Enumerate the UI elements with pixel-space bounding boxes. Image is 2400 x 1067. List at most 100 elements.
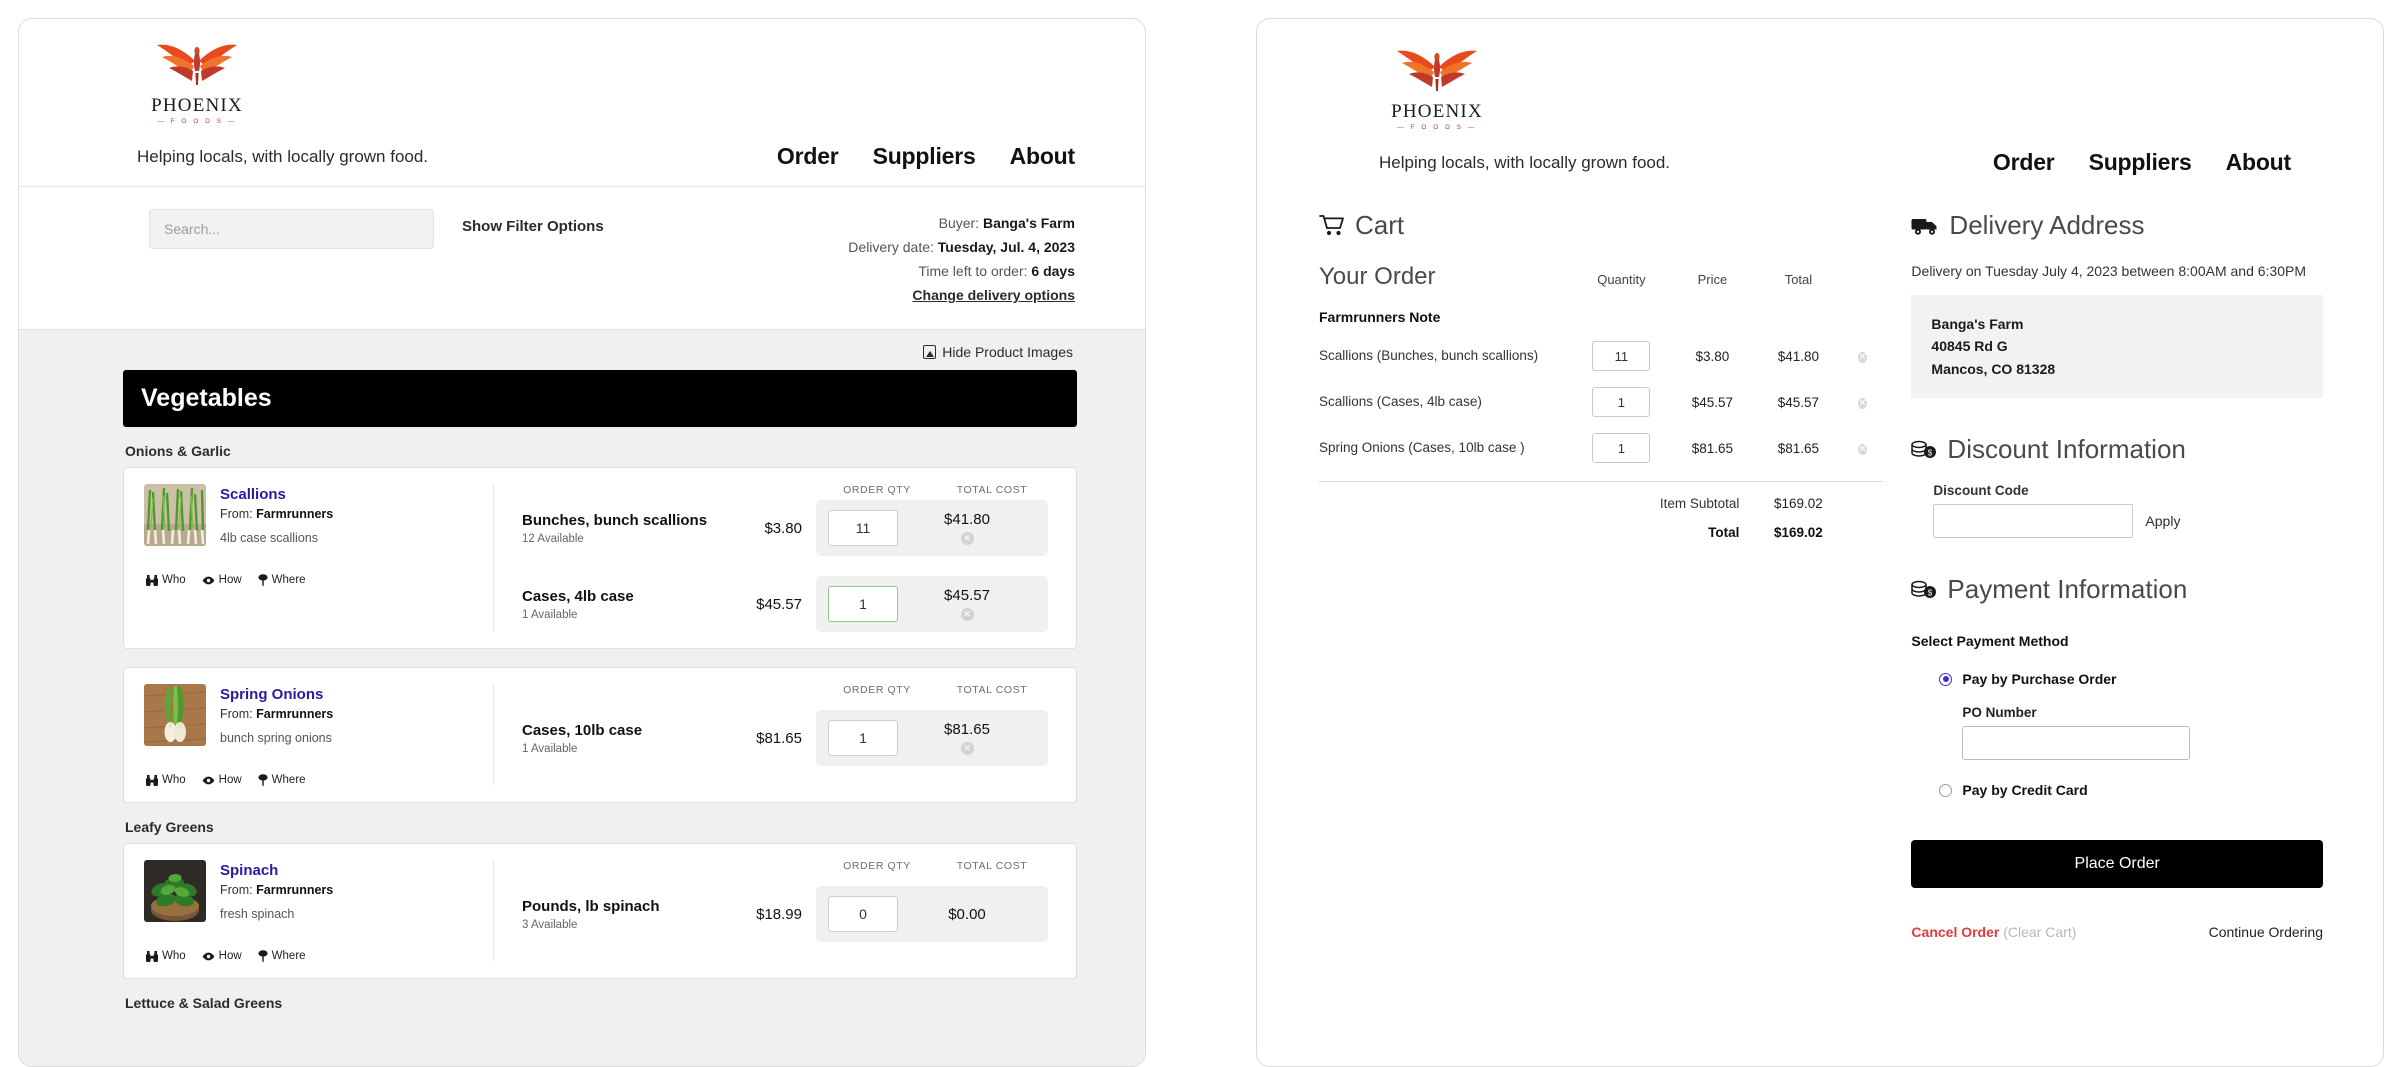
image-icon	[923, 345, 937, 360]
payment-option-credit-card[interactable]: Pay by Credit Card	[1939, 782, 2323, 798]
hide-product-images-label: Hide Product Images	[942, 344, 1073, 361]
where-link[interactable]: Where	[258, 774, 306, 786]
tagline-nav-row: Helping locals, with locally grown food.…	[1257, 131, 2383, 176]
variant-availability: 1 Available	[522, 608, 578, 621]
order-qty-input[interactable]	[828, 510, 898, 547]
variant-total-amount: $0.00	[948, 905, 986, 923]
product-meta: Scallions From: Farmrunners 4lb case sca…	[220, 484, 333, 546]
hide-product-images-toggle[interactable]: Hide Product Images	[923, 344, 1073, 360]
cart-qty-input[interactable]	[1592, 387, 1651, 417]
subcategory-heading: Onions & Garlic	[125, 443, 231, 460]
product-info: Spring Onions From: Farmrunners bunch sp…	[124, 684, 494, 787]
total-row: Total $169.02	[1319, 525, 1883, 540]
nav-order[interactable]: Order	[777, 143, 839, 170]
variant-price: $3.80	[764, 519, 802, 537]
phoenix-logo[interactable]: PHOENIX — F O O D S —	[137, 39, 257, 125]
how-link[interactable]: How	[202, 950, 242, 962]
how-link[interactable]: How	[202, 774, 242, 786]
product-name[interactable]: Scallions	[220, 486, 333, 503]
continue-ordering-link[interactable]: Continue Ordering	[2209, 924, 2323, 940]
variant-total-amount: $41.80	[944, 511, 990, 529]
product-meta: Spring Onions From: Farmrunners bunch sp…	[220, 684, 333, 746]
product-supplier: From: Farmrunners	[220, 883, 333, 897]
address-name: Banga's Farm	[1931, 316, 2024, 332]
product-description: bunch spring onions	[220, 730, 332, 745]
place-order-button[interactable]: Place Order	[1911, 840, 2323, 889]
nav-about[interactable]: About	[1010, 143, 1076, 170]
cart-panel: PHOENIX — F O O D S — Helping locals, wi…	[1256, 18, 2384, 1067]
how-link[interactable]: How	[202, 574, 242, 586]
delivery-truck-icon	[1911, 218, 1937, 235]
total-cost-header: TOTAL COST	[956, 484, 1028, 497]
nav-order[interactable]: Order	[1993, 149, 2055, 176]
delivery-date-line: Delivery date: Tuesday, Jul. 4, 2023	[848, 235, 1075, 259]
remove-variant-icon[interactable]: ✕	[960, 608, 974, 622]
show-filter-options-link[interactable]: Show Filter Options	[462, 218, 604, 235]
remove-item-icon[interactable]: ✕	[1858, 351, 1867, 363]
where-link[interactable]: Where	[258, 574, 306, 586]
radio-purchase-order[interactable]	[1939, 672, 1953, 686]
nav-suppliers[interactable]: Suppliers	[2089, 149, 2192, 176]
remove-item-icon[interactable]: ✕	[1858, 443, 1867, 455]
apply-discount-button[interactable]: Apply	[2145, 513, 2180, 529]
who-link[interactable]: Who	[146, 950, 186, 962]
purchase-order-label: Pay by Purchase Order	[1962, 671, 2117, 688]
po-number-input[interactable]	[1962, 726, 2191, 761]
product-variants: ORDER QTY TOTAL COST Bunches, bunch scal…	[494, 484, 1076, 633]
main-nav: Order Suppliers About	[1993, 149, 2291, 176]
cart-title: Cart	[1355, 210, 1405, 240]
cancel-order-button[interactable]: Cancel Order (Clear Cart)	[1911, 924, 2076, 940]
variant-info: Cases, 4lb case 1 Available	[522, 588, 726, 621]
product-thumbnail[interactable]	[144, 484, 206, 547]
remove-variant-icon[interactable]: ✕	[960, 742, 974, 756]
variant-column-headers: ORDER QTY TOTAL COST	[494, 684, 1076, 696]
spring-onions-image	[144, 684, 206, 747]
nav-about[interactable]: About	[2226, 149, 2292, 176]
remove-variant-icon[interactable]: ✕	[960, 532, 974, 546]
binoculars-icon	[146, 574, 158, 586]
cancel-order-label: Cancel Order	[1911, 924, 2000, 941]
svg-text:$: $	[1928, 588, 1933, 597]
subtotal-label: Item Subtotal	[1659, 496, 1740, 511]
product-thumbnail[interactable]	[144, 860, 206, 923]
remove-item-icon[interactable]: ✕	[1858, 397, 1867, 409]
discount-row: Apply	[1933, 504, 2323, 539]
phoenix-logo[interactable]: PHOENIX — F O O D S —	[1377, 45, 1497, 131]
variant-row: Cases, 10lb case 1 Available $81.65 $81.…	[494, 706, 1076, 767]
order-qty-input[interactable]	[828, 896, 898, 933]
search-input[interactable]	[149, 209, 434, 249]
cart-item-qty-cell	[1573, 387, 1669, 417]
order-qty-input[interactable]	[828, 586, 898, 623]
total-value: $169.02	[1774, 525, 1823, 540]
map-pin-icon	[258, 774, 268, 787]
nav-suppliers[interactable]: Suppliers	[873, 143, 976, 170]
cart-divider	[1319, 481, 1884, 482]
radio-credit-card[interactable]	[1939, 783, 1953, 797]
order-qty-input[interactable]	[828, 720, 898, 757]
product-thumbnail[interactable]	[144, 684, 206, 747]
product-name[interactable]: Spinach	[220, 862, 333, 879]
cart-item-remove-cell: ✕	[1841, 394, 1883, 411]
payment-title-row: $ Payment Information	[1911, 574, 2323, 605]
who-link[interactable]: Who	[146, 574, 186, 586]
product-listing-area: Hide Product Images Vegetables Onions & …	[19, 329, 1145, 1066]
discount-title-row: $ Discount Information	[1911, 434, 2323, 465]
variant-total-amount: $45.57	[944, 587, 990, 605]
who-how-where-links: Who How Where	[144, 574, 475, 586]
supplier-note: Farmrunners Note	[1319, 309, 1441, 325]
scallions-image	[144, 484, 206, 547]
payment-option-purchase-order[interactable]: Pay by Purchase Order	[1939, 671, 2323, 687]
binoculars-icon	[146, 774, 158, 786]
variant-price: $18.99	[756, 905, 802, 923]
clear-cart-hint: (Clear Cart)	[2003, 924, 2077, 941]
product-name[interactable]: Spring Onions	[220, 686, 333, 703]
time-left-line: Time left to order: 6 days	[848, 259, 1075, 283]
cart-qty-input[interactable]	[1592, 341, 1651, 371]
where-link[interactable]: Where	[258, 950, 306, 962]
change-delivery-options-link[interactable]: Change delivery options	[848, 283, 1075, 307]
cart-qty-input[interactable]	[1592, 433, 1651, 463]
who-link[interactable]: Who	[146, 774, 186, 786]
variant-row: Pounds, lb spinach 3 Available $18.99 $0…	[494, 882, 1076, 943]
discount-code-input[interactable]	[1933, 504, 2134, 539]
qty-block: $41.80 ✕	[816, 500, 1048, 557]
